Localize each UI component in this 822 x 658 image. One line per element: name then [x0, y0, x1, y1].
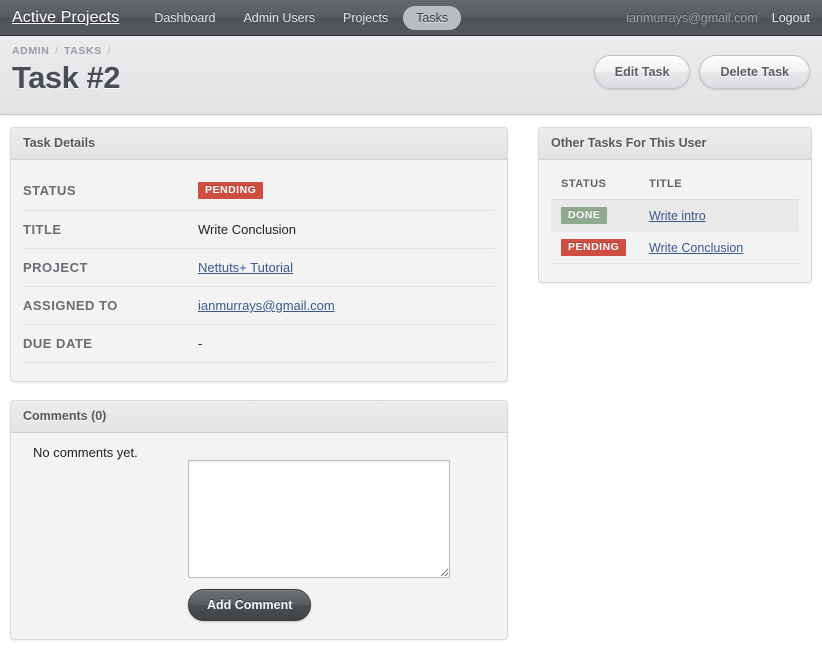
detail-label-status: STATUS — [23, 170, 198, 211]
comment-form: Add Comment — [23, 460, 495, 621]
detail-value-due-date: - — [198, 324, 495, 363]
task-title-cell: Write intro — [649, 199, 799, 232]
comments-panel-title: Comments (0) — [11, 401, 507, 433]
nav-item-admin-users[interactable]: Admin Users — [230, 6, 328, 30]
comments-panel: Comments (0) No comments yet. Add Commen… — [10, 400, 508, 640]
other-tasks-panel-body: STATUS TITLE DONE Write intro PENDING Wr… — [539, 160, 811, 282]
task-title-cell: Write Conclusion — [649, 231, 799, 264]
comments-panel-body: No comments yet. Add Comment — [11, 433, 507, 639]
task-status-cell: PENDING — [551, 231, 649, 264]
delete-task-button[interactable]: Delete Task — [699, 55, 810, 89]
task-details-panel-title: Task Details — [11, 128, 507, 160]
project-link[interactable]: Nettuts+ Tutorial — [198, 260, 293, 275]
breadcrumb-separator-2: / — [107, 45, 111, 57]
nav-links: Dashboard Admin Users Projects Tasks — [141, 5, 462, 30]
task-details-panel: Task Details STATUS PENDING TITLE Write … — [10, 127, 508, 382]
nav-item-tasks[interactable]: Tasks — [403, 5, 462, 30]
detail-value-project: Nettuts+ Tutorial — [198, 248, 495, 287]
nav-user-area: ianmurrays@gmail.com Logout — [626, 0, 810, 36]
detail-value-title: Write Conclusion — [198, 210, 495, 249]
table-header-row: STATUS TITLE — [551, 170, 799, 200]
comment-input[interactable] — [188, 460, 450, 578]
edit-task-button[interactable]: Edit Task — [593, 55, 691, 89]
status-badge: PENDING — [198, 182, 264, 199]
table-row: ASSIGNED TO ianmurrays@gmail.com — [23, 286, 495, 325]
status-badge: PENDING — [561, 239, 627, 256]
column-header-status: STATUS — [551, 170, 649, 200]
detail-label-assigned-to: ASSIGNED TO — [23, 286, 198, 325]
table-row: DUE DATE - — [23, 324, 495, 363]
nav-user-email: ianmurrays@gmail.com — [626, 11, 758, 25]
table-row: PROJECT Nettuts+ Tutorial — [23, 248, 495, 287]
breadcrumb-item-admin[interactable]: ADMIN — [12, 45, 49, 57]
right-column: Other Tasks For This User STATUS TITLE D… — [538, 127, 812, 301]
task-title-link[interactable]: Write intro — [649, 209, 706, 223]
other-tasks-table: STATUS TITLE DONE Write intro PENDING Wr… — [551, 170, 799, 264]
detail-value-assigned-to: ianmurrays@gmail.com — [198, 286, 495, 325]
assigned-user-link[interactable]: ianmurrays@gmail.com — [198, 298, 335, 313]
task-details-table: STATUS PENDING TITLE Write Conclusion PR… — [23, 170, 495, 363]
logout-link[interactable]: Logout — [772, 11, 810, 25]
task-status-cell: DONE — [551, 199, 649, 232]
detail-label-title: TITLE — [23, 210, 198, 249]
detail-value-status: PENDING — [198, 170, 495, 211]
breadcrumb-separator: / — [54, 45, 59, 57]
detail-label-due-date: DUE DATE — [23, 324, 198, 363]
table-row: PENDING Write Conclusion — [551, 231, 799, 264]
other-tasks-panel-title: Other Tasks For This User — [539, 128, 811, 160]
page-subheader: ADMIN / TASKS / Task #2 Edit Task Delete… — [0, 36, 822, 115]
brand-logo[interactable]: Active Projects — [12, 9, 119, 27]
task-details-panel-body: STATUS PENDING TITLE Write Conclusion PR… — [11, 160, 507, 381]
header-actions: Edit Task Delete Task — [593, 55, 810, 89]
task-title-link[interactable]: Write Conclusion — [649, 241, 743, 255]
table-row: STATUS PENDING — [23, 170, 495, 211]
nav-item-projects[interactable]: Projects — [330, 6, 401, 30]
breadcrumb-item-tasks[interactable]: TASKS — [64, 45, 102, 57]
main-content: Task Details STATUS PENDING TITLE Write … — [0, 115, 822, 658]
nav-item-dashboard[interactable]: Dashboard — [141, 6, 228, 30]
top-navigation-bar: Active Projects Dashboard Admin Users Pr… — [0, 0, 822, 36]
other-tasks-panel: Other Tasks For This User STATUS TITLE D… — [538, 127, 812, 283]
add-comment-button[interactable]: Add Comment — [188, 589, 312, 621]
status-badge: DONE — [561, 207, 608, 224]
table-row: DONE Write intro — [551, 199, 799, 232]
table-row: TITLE Write Conclusion — [23, 210, 495, 249]
column-header-title: TITLE — [649, 170, 799, 200]
left-column: Task Details STATUS PENDING TITLE Write … — [10, 127, 508, 658]
detail-label-project: PROJECT — [23, 248, 198, 287]
no-comments-text: No comments yet. — [33, 445, 138, 460]
